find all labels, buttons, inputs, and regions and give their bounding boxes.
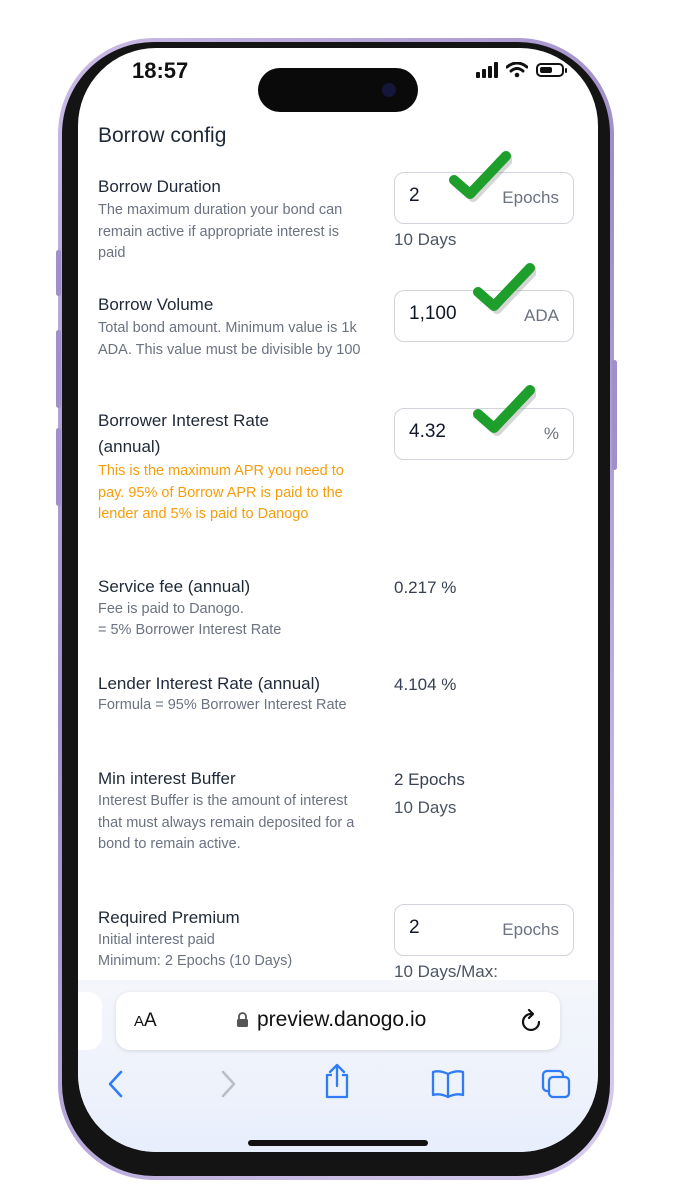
borrow-volume-desc: Total bond amount. Minimum value is 1k A… bbox=[98, 320, 361, 358]
address-bar[interactable]: AA preview.danogo.io bbox=[116, 992, 560, 1050]
browser-toolbar bbox=[78, 1063, 598, 1108]
service-fee-desc-2: = 5% Borrower Interest Rate bbox=[98, 622, 282, 638]
lender-rate-value: 4.104 % bbox=[394, 675, 457, 694]
forward-icon[interactable] bbox=[218, 1068, 238, 1100]
lender-rate-title: Lender Interest Rate (annual) bbox=[98, 674, 321, 693]
min-buffer-value: 2 Epochs bbox=[394, 770, 465, 789]
min-buffer-title: Min interest Buffer bbox=[98, 769, 236, 788]
section-title: Borrow config bbox=[98, 124, 227, 147]
service-fee-title: Service fee (annual) bbox=[98, 577, 251, 596]
dynamic-island bbox=[258, 68, 418, 112]
aa-small: A bbox=[134, 1013, 145, 1030]
volume-down-button bbox=[56, 428, 61, 506]
back-icon[interactable] bbox=[106, 1068, 126, 1100]
min-buffer-desc: Interest Buffer is the amount of interes… bbox=[98, 793, 355, 852]
phone-screen: 18:57 Borrow config Borrow Duration The … bbox=[78, 48, 598, 1152]
action-button bbox=[56, 250, 61, 296]
url-text: preview.danogo.io bbox=[257, 1008, 427, 1031]
service-fee-desc-1: Fee is paid to Danogo. bbox=[98, 601, 244, 617]
service-fee-value: 0.217 % bbox=[394, 578, 457, 597]
borrower-rate-desc: This is the maximum APR you need to pay.… bbox=[98, 463, 344, 522]
reload-icon[interactable] bbox=[520, 1008, 544, 1034]
checkmark-icon bbox=[449, 151, 512, 202]
required-premium-desc-2: Minimum: 2 Epochs (10 Days) bbox=[98, 953, 293, 969]
wifi-icon bbox=[506, 62, 528, 78]
aa-big: A bbox=[144, 1010, 157, 1031]
battery-icon bbox=[536, 63, 567, 77]
camera-dot bbox=[382, 83, 396, 97]
borrow-volume-title: Borrow Volume bbox=[98, 295, 214, 314]
previous-tab-edge[interactable] bbox=[78, 992, 102, 1050]
borrower-rate-unit: % bbox=[543, 424, 559, 443]
min-buffer-days: 10 Days bbox=[394, 798, 457, 817]
status-time: 18:57 bbox=[132, 58, 189, 83]
signal-icon bbox=[476, 62, 498, 78]
borrow-duration-desc: The maximum duration your bond can remai… bbox=[98, 202, 343, 261]
home-indicator[interactable] bbox=[248, 1140, 428, 1146]
checkmark-icon bbox=[473, 263, 536, 314]
tabs-icon[interactable] bbox=[540, 1068, 572, 1100]
page-settings-button[interactable]: AA bbox=[134, 1010, 157, 1032]
status-icons bbox=[476, 62, 567, 78]
bookmarks-icon[interactable] bbox=[430, 1068, 466, 1100]
lock-icon bbox=[237, 1012, 248, 1027]
browser-bottom-bar: AA preview.danogo.io bbox=[78, 980, 598, 1152]
required-premium-days: 10 Days/Max: bbox=[394, 962, 498, 981]
power-button bbox=[612, 360, 617, 470]
borrow-duration-title: Borrow Duration bbox=[98, 177, 221, 196]
share-icon[interactable] bbox=[322, 1062, 352, 1100]
page-content: Borrow config Borrow Duration The maximu… bbox=[78, 110, 598, 1040]
checkmark-icon bbox=[473, 385, 536, 436]
required-premium-title: Required Premium bbox=[98, 908, 240, 927]
lender-rate-desc: Formula = 95% Borrower Interest Rate bbox=[98, 697, 347, 713]
required-premium-unit: Epochs bbox=[502, 920, 559, 939]
required-premium-input[interactable] bbox=[409, 917, 499, 939]
url-display[interactable]: preview.danogo.io bbox=[236, 1008, 426, 1032]
borrow-duration-days: 10 Days bbox=[394, 230, 457, 249]
borrower-rate-title: Borrower Interest Rate (annual) bbox=[98, 411, 270, 456]
volume-up-button bbox=[56, 330, 61, 408]
required-premium-field[interactable]: Epochs bbox=[394, 904, 574, 956]
required-premium-desc-1: Initial interest paid bbox=[98, 932, 215, 948]
